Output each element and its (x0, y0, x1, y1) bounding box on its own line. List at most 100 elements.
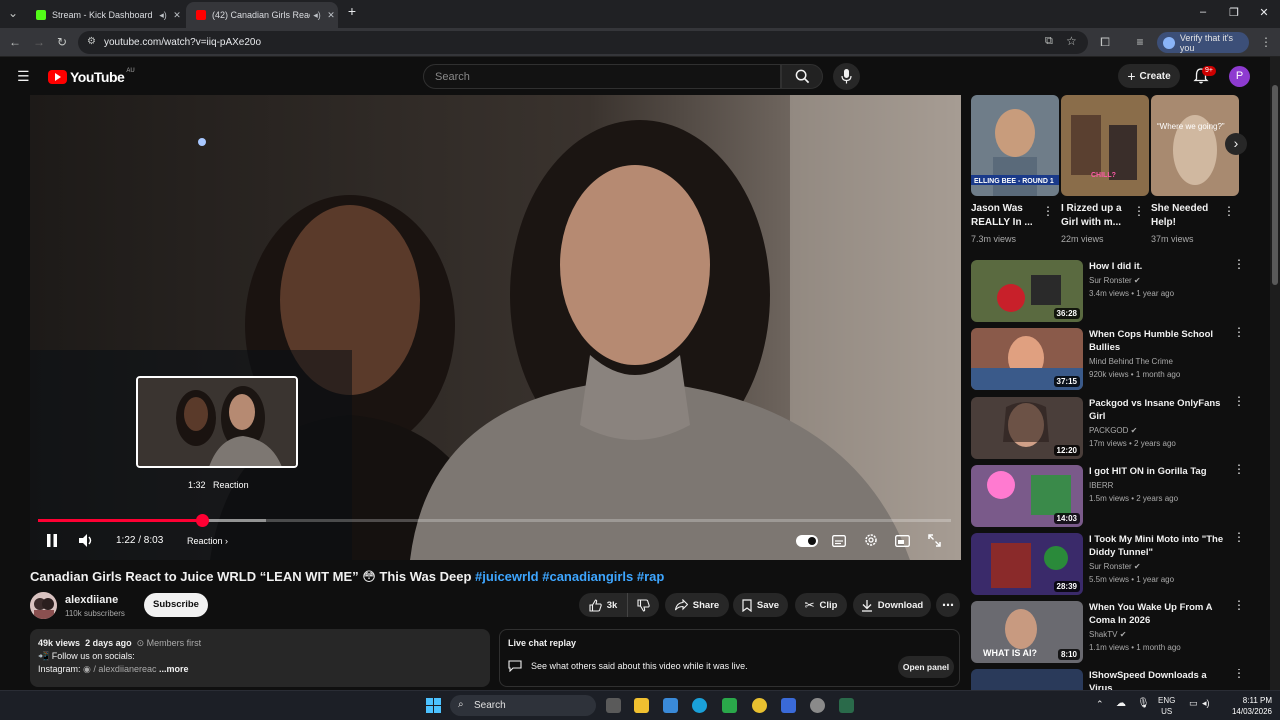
back-arrow-icon[interactable]: ← (6, 33, 24, 51)
tab-kick-dashboard[interactable]: Stream - Kick Dashboard ◂) ✕ (26, 2, 184, 28)
recommended-video[interactable]: 28:39 I Took My Mini Moto into "The Didd… (971, 531, 1261, 597)
close-window-button[interactable]: ✕ (1254, 6, 1274, 19)
video-menu-icon[interactable]: ⋮ (1233, 258, 1245, 270)
youtube-logo[interactable]: YouTube AU (48, 68, 135, 85)
hamburger-menu-icon[interactable]: ☰ (17, 69, 30, 83)
app-icon[interactable] (810, 698, 825, 713)
volume-icon[interactable] (79, 534, 93, 547)
short-title[interactable]: I Rizzed up a Girl with m... (1061, 202, 1133, 230)
tab-youtube-video[interactable]: (42) Canadian Girls React to ◂) ✕ (186, 2, 338, 28)
page-scrollbar[interactable] (1270, 57, 1280, 690)
channel-name[interactable]: IBERR (1089, 481, 1113, 490)
file-explorer-icon[interactable] (634, 698, 649, 713)
task-view-icon[interactable] (606, 698, 621, 713)
search-button[interactable] (781, 64, 823, 89)
verify-identity-button[interactable]: Verify that it's you (1157, 32, 1249, 53)
shorts-next-button[interactable]: › (1225, 133, 1247, 155)
install-app-icon[interactable]: ⧉ (1045, 35, 1053, 48)
channel-name[interactable]: Mind Behind The Crime (1089, 357, 1173, 366)
scrollbar-thumb[interactable] (1272, 85, 1278, 285)
save-button[interactable]: Save (733, 593, 788, 617)
recommended-video[interactable]: 14:03 I got HIT ON in Gorilla Tag IBERR … (971, 463, 1261, 529)
video-menu-icon[interactable]: ⋮ (1233, 669, 1245, 679)
video-hashtags[interactable]: #juicewrld #canadiangirls #rap (475, 569, 664, 584)
channel-name[interactable]: Sur Ronster ✔ (1089, 276, 1141, 285)
share-button[interactable]: Share (665, 593, 729, 617)
recommended-video[interactable]: WHAT IS AI? 8:10 When You Wake Up From A … (971, 599, 1261, 665)
edge-icon[interactable] (692, 698, 707, 713)
channel-name[interactable]: PACKGOD ✔ (1089, 426, 1137, 435)
chrome-icon[interactable] (752, 698, 767, 713)
channel-name[interactable]: alexdiiane (65, 594, 118, 606)
tray-overflow-icon[interactable]: ⌃ (1096, 699, 1104, 710)
subscribe-button[interactable]: Subscribe (144, 593, 208, 617)
channel-avatar[interactable] (30, 592, 57, 619)
short-title[interactable]: Jason Was REALLY In ... (971, 202, 1043, 230)
taskbar-search-box[interactable]: ⌕ Search (450, 695, 596, 716)
channel-name[interactable]: Sur Ronster ✔ (1089, 562, 1141, 571)
short-menu-icon[interactable]: ⋮ (1223, 205, 1235, 217)
microphone-tray-icon[interactable]: 🎙 (1137, 698, 1150, 709)
restore-button[interactable]: ❐ (1224, 6, 1244, 19)
system-clock[interactable]: 8:11 PM 14/03/2026 (1220, 695, 1272, 717)
tab-search-icon[interactable]: ⌄ (4, 4, 22, 22)
reload-icon[interactable]: ↻ (53, 33, 71, 51)
new-tab-button[interactable]: + (342, 3, 362, 19)
autoplay-toggle[interactable] (796, 535, 818, 547)
clip-button[interactable]: ✂ Clip (795, 593, 847, 617)
video-player[interactable]: ⌃ Pull up for precise seeking 1:32 React… (30, 95, 961, 560)
instagram-handle-link[interactable]: / alexdiianereac (93, 664, 156, 674)
recommended-video[interactable]: 36:28 How I did it. Sur Ronster ✔ 3.4m v… (971, 258, 1261, 324)
short-menu-icon[interactable]: ⋮ (1133, 205, 1145, 217)
video-menu-icon[interactable]: ⋮ (1233, 599, 1245, 611)
video-menu-icon[interactable]: ⋮ (1233, 463, 1245, 475)
progress-bar[interactable] (38, 519, 951, 522)
forward-arrow-icon[interactable]: → (30, 33, 48, 51)
show-more-link[interactable]: ...more (159, 664, 189, 674)
bookmark-star-icon[interactable]: ☆ (1066, 34, 1077, 48)
minimize-button[interactable]: – (1193, 6, 1213, 18)
recommended-video[interactable]: IShowSpeed Downloads a Virus ⋮ (971, 669, 1261, 690)
fullscreen-icon[interactable] (928, 534, 941, 547)
more-actions-button[interactable]: ⋯ (936, 593, 960, 617)
chapter-title-button[interactable]: Reaction › (187, 536, 228, 546)
store-icon[interactable] (663, 698, 678, 713)
short-title[interactable]: She Needed Help! (1151, 202, 1223, 230)
app-icon[interactable] (781, 698, 796, 713)
open-panel-button[interactable]: Open panel (898, 656, 954, 678)
recommended-video[interactable]: 12:20 Packgod vs Insane OnlyFans Girl PA… (971, 395, 1261, 461)
speaker-icon[interactable]: ◂) (1202, 698, 1210, 709)
language-indicator[interactable]: ENG US (1158, 695, 1175, 717)
short-thumbnail[interactable]: CHILL? (1061, 95, 1149, 196)
subtitles-icon[interactable] (832, 535, 846, 547)
description-box[interactable]: 49k views 2 days ago ⊙ Members first 📲 F… (30, 629, 490, 687)
media-controls-icon[interactable]: ≡ (1131, 33, 1149, 51)
short-menu-icon[interactable]: ⋮ (1042, 205, 1054, 217)
like-button[interactable]: 3k (579, 593, 627, 617)
video-menu-icon[interactable]: ⋮ (1233, 326, 1245, 338)
network-icon[interactable]: ▭ (1189, 698, 1198, 709)
site-info-icon[interactable]: ⚙ (87, 36, 96, 47)
app-icon[interactable] (839, 698, 854, 713)
dislike-button[interactable] (627, 593, 659, 617)
audio-playing-icon[interactable]: ◂) (310, 10, 324, 21)
short-thumbnail[interactable]: ELLING BEE - ROUND 1 (971, 95, 1059, 196)
video-menu-icon[interactable]: ⋮ (1233, 395, 1245, 407)
search-input[interactable]: Search (423, 64, 781, 89)
address-bar[interactable]: ⚙ youtube.com/watch?v=iiq-pAXe20o ⧉ ☆ (78, 31, 1088, 54)
theater-mode-icon[interactable] (895, 535, 910, 547)
mute-icon[interactable]: ◂) (156, 10, 170, 21)
channel-name[interactable]: ShakTV ✔ (1089, 630, 1126, 639)
account-avatar[interactable]: P (1229, 66, 1250, 87)
video-menu-icon[interactable]: ⋮ (1233, 531, 1245, 543)
close-tab-icon[interactable]: ✕ (324, 10, 338, 21)
chrome-menu-icon[interactable]: ⋮ (1257, 33, 1275, 51)
create-button[interactable]: + Create (1118, 64, 1180, 88)
voice-search-button[interactable] (833, 63, 860, 90)
extensions-icon[interactable]: ⧠ (1096, 33, 1114, 51)
pause-icon[interactable] (46, 534, 58, 547)
settings-gear-icon[interactable] (864, 533, 878, 547)
windows-start-icon[interactable] (426, 698, 441, 713)
close-tab-icon[interactable]: ✕ (170, 10, 184, 21)
recommended-video[interactable]: 37:15 When Cops Humble School Bullies Mi… (971, 326, 1261, 392)
